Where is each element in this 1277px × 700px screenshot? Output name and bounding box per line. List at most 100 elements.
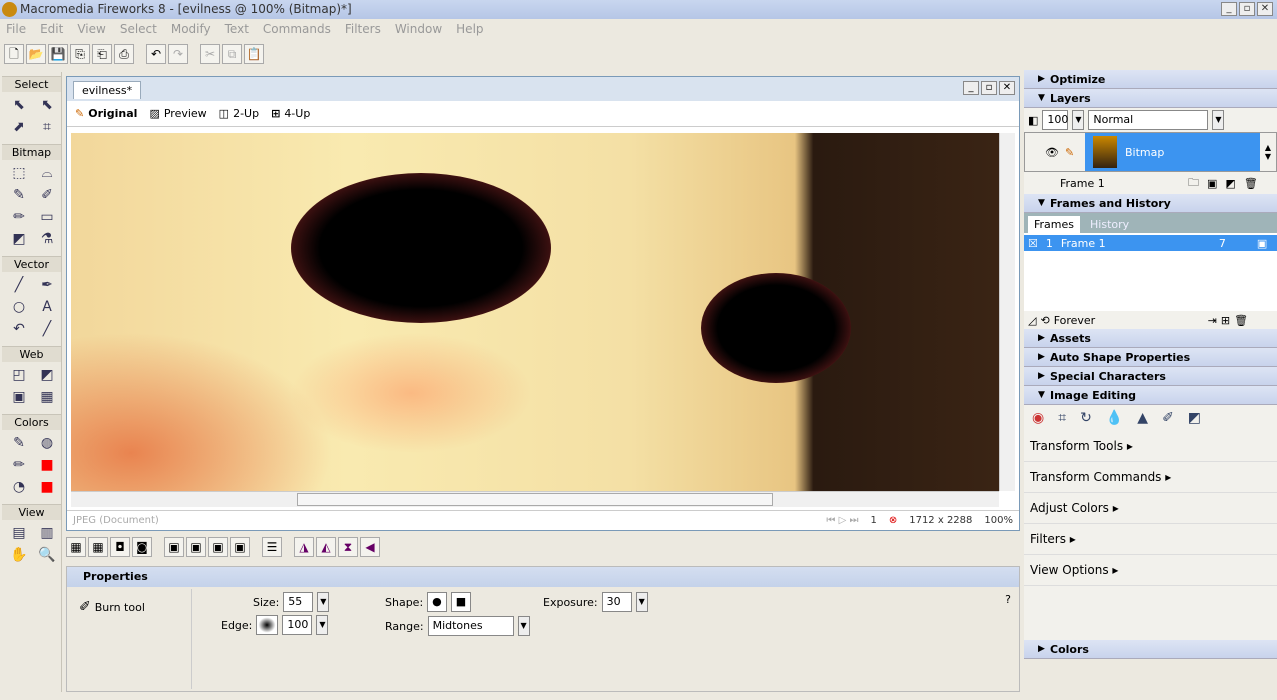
burn-icon[interactable]: ◩ — [1188, 410, 1201, 426]
web-tool-3-icon[interactable]: ▦ — [36, 387, 58, 407]
vector-tool-1-icon[interactable]: ✒ — [36, 275, 58, 295]
new-frame-icon[interactable]: ⊞ — [1221, 314, 1230, 327]
restore-button[interactable]: ▫ — [1239, 2, 1255, 16]
menu-help[interactable]: Help — [456, 19, 483, 39]
select-tool-1-icon[interactable]: ⬉ — [36, 95, 58, 115]
view-4up-tab[interactable]: ⊞ 4-Up — [271, 107, 310, 120]
vector-tool-4-icon[interactable]: ↶ — [8, 319, 30, 339]
exposure-input[interactable]: 30 — [601, 592, 632, 612]
menu-window[interactable]: Window — [395, 19, 442, 39]
send-back-icon[interactable]: ▣ — [230, 537, 250, 557]
tab-history[interactable]: History — [1084, 216, 1135, 233]
import-icon[interactable]: ⎘ — [70, 44, 90, 64]
distribute-icon[interactable]: ⇥ — [1208, 314, 1217, 327]
crop-icon[interactable]: ⌗ — [1058, 410, 1066, 426]
doc-close-button[interactable]: ✕ — [999, 81, 1015, 95]
image-editing-header[interactable]: Image Editing — [1024, 386, 1277, 405]
transform-tools-item[interactable]: Transform Tools ▸ — [1024, 431, 1277, 462]
view-tool-3-icon[interactable]: 🔍 — [36, 545, 58, 565]
delete-layer-icon[interactable]: 🗑 — [1244, 177, 1258, 190]
bitmap-tool-5-icon[interactable]: ▭ — [36, 207, 58, 227]
delete-frame-icon[interactable]: 🗑 — [1234, 314, 1248, 327]
adjust-colors-item[interactable]: Adjust Colors ▸ — [1024, 493, 1277, 524]
mask-icon[interactable]: ◩ — [1225, 177, 1235, 190]
zoom-select[interactable]: 100% — [984, 511, 1013, 531]
view-tool-2-icon[interactable]: ✋ — [8, 545, 30, 565]
select-tool-3-icon[interactable]: ⌗ — [36, 117, 58, 137]
cut-icon[interactable]: ✂ — [200, 44, 220, 64]
help-icon[interactable]: ? — [1005, 593, 1011, 606]
blend-dropdown[interactable]: ▼ — [1212, 110, 1225, 130]
filters-item[interactable]: Filters ▸ — [1024, 524, 1277, 555]
paste-icon[interactable]: 📋 — [244, 44, 264, 64]
minimize-button[interactable]: _ — [1221, 2, 1237, 16]
colors-panel-header[interactable]: Colors — [1024, 640, 1277, 659]
edge-dropdown[interactable]: ▼ — [316, 615, 329, 635]
rotate-cw-icon[interactable]: ◭ — [316, 537, 336, 557]
colors-tool-4-icon[interactable]: ◔ — [8, 477, 30, 497]
close-button[interactable]: ✕ — [1257, 2, 1273, 16]
eye-icon[interactable]: 👁 — [1045, 146, 1065, 159]
layers-panel-header[interactable]: Layers — [1024, 89, 1277, 108]
view-original-tab[interactable]: ✎ Original — [75, 107, 137, 120]
opacity-input[interactable]: 100 — [1042, 110, 1069, 130]
bitmap-tool-4-icon[interactable]: ✏ — [8, 207, 30, 227]
frame-controls[interactable]: ⏮ ▷ ⏭ — [826, 511, 858, 531]
new-icon[interactable]: 🗋 — [4, 44, 24, 64]
vector-tool-0-icon[interactable]: ╱ — [8, 275, 30, 295]
bitmap-tool-2-icon[interactable]: ✎ — [8, 185, 30, 205]
transform-commands-item[interactable]: Transform Commands ▸ — [1024, 462, 1277, 493]
loop-icon[interactable]: ⟲ — [1040, 314, 1049, 327]
bring-front-icon[interactable]: ▣ — [164, 537, 184, 557]
layer-row[interactable]: Bitmap — [1085, 133, 1260, 171]
new-layer-icon[interactable]: 🗀 — [1188, 174, 1199, 193]
view-preview-tab[interactable]: ▨ Preview — [149, 107, 206, 120]
join-icon[interactable]: ◘ — [110, 537, 130, 557]
vector-tool-3-icon[interactable]: A — [36, 297, 58, 317]
range-dropdown[interactable]: ▼ — [517, 616, 530, 636]
frames-history-header[interactable]: Frames and History — [1024, 194, 1277, 213]
redo-icon[interactable]: ↷ — [168, 44, 188, 64]
layer-scroll[interactable]: ▲ ▼ — [1260, 143, 1276, 161]
frame-row[interactable]: ☒ 1 Frame 1 7 ▣ — [1024, 235, 1277, 251]
colors-tool-3-icon[interactable]: ■ — [36, 455, 58, 475]
bitmap-tool-7-icon[interactable]: ⚗ — [36, 229, 58, 249]
vertical-scrollbar[interactable] — [999, 133, 1015, 491]
web-tool-1-icon[interactable]: ◩ — [36, 365, 58, 385]
ungroup-icon[interactable]: ▦ — [88, 537, 108, 557]
bitmap-tool-1-icon[interactable]: ⌓ — [36, 163, 58, 183]
select-tool-0-icon[interactable]: ⬉ — [8, 95, 30, 115]
bitmap-tool-3-icon[interactable]: ✐ — [36, 185, 58, 205]
bring-forward-icon[interactable]: ▣ — [186, 537, 206, 557]
vector-tool-5-icon[interactable]: ╱ — [36, 319, 58, 339]
view-tool-1-icon[interactable]: ▥ — [36, 523, 58, 543]
blend-mode-select[interactable]: Normal — [1088, 110, 1209, 130]
edit-pencil-icon[interactable]: ✎ — [1065, 146, 1085, 159]
menu-view[interactable]: View — [77, 19, 105, 39]
export-icon[interactable]: ⎗ — [92, 44, 112, 64]
optimize-panel-header[interactable]: Optimize — [1024, 70, 1277, 89]
colors-tool-1-icon[interactable]: ◍ — [36, 433, 58, 453]
menu-filters[interactable]: Filters — [345, 19, 381, 39]
auto-shape-header[interactable]: Auto Shape Properties — [1024, 348, 1277, 367]
send-backward-icon[interactable]: ▣ — [208, 537, 228, 557]
view-options-item[interactable]: View Options ▸ — [1024, 555, 1277, 586]
group-icon[interactable]: ▦ — [66, 537, 86, 557]
opacity-dropdown[interactable]: ▼ — [1072, 110, 1085, 130]
red-eye-icon[interactable]: ◉ — [1032, 410, 1044, 426]
undo-icon[interactable]: ↶ — [146, 44, 166, 64]
sharpen-icon[interactable]: ▲ — [1137, 410, 1148, 426]
blur-icon[interactable]: 💧 — [1106, 410, 1123, 426]
flip-horizontal-icon[interactable]: ⧗ — [338, 537, 358, 557]
assets-header[interactable]: Assets — [1024, 329, 1277, 348]
rotate-ccw-icon[interactable]: ◮ — [294, 537, 314, 557]
properties-header[interactable]: Properties — [67, 567, 1019, 587]
special-characters-header[interactable]: Special Characters — [1024, 367, 1277, 386]
shape-circle-button[interactable]: ● — [427, 592, 447, 612]
new-bitmap-icon[interactable]: ▣ — [1207, 177, 1217, 190]
web-tool-2-icon[interactable]: ▣ — [8, 387, 30, 407]
dodge-icon[interactable]: ✐ — [1162, 410, 1174, 426]
save-icon[interactable]: 💾 — [48, 44, 68, 64]
size-input[interactable]: 55 — [283, 592, 314, 612]
shape-square-button[interactable]: ■ — [450, 592, 472, 612]
